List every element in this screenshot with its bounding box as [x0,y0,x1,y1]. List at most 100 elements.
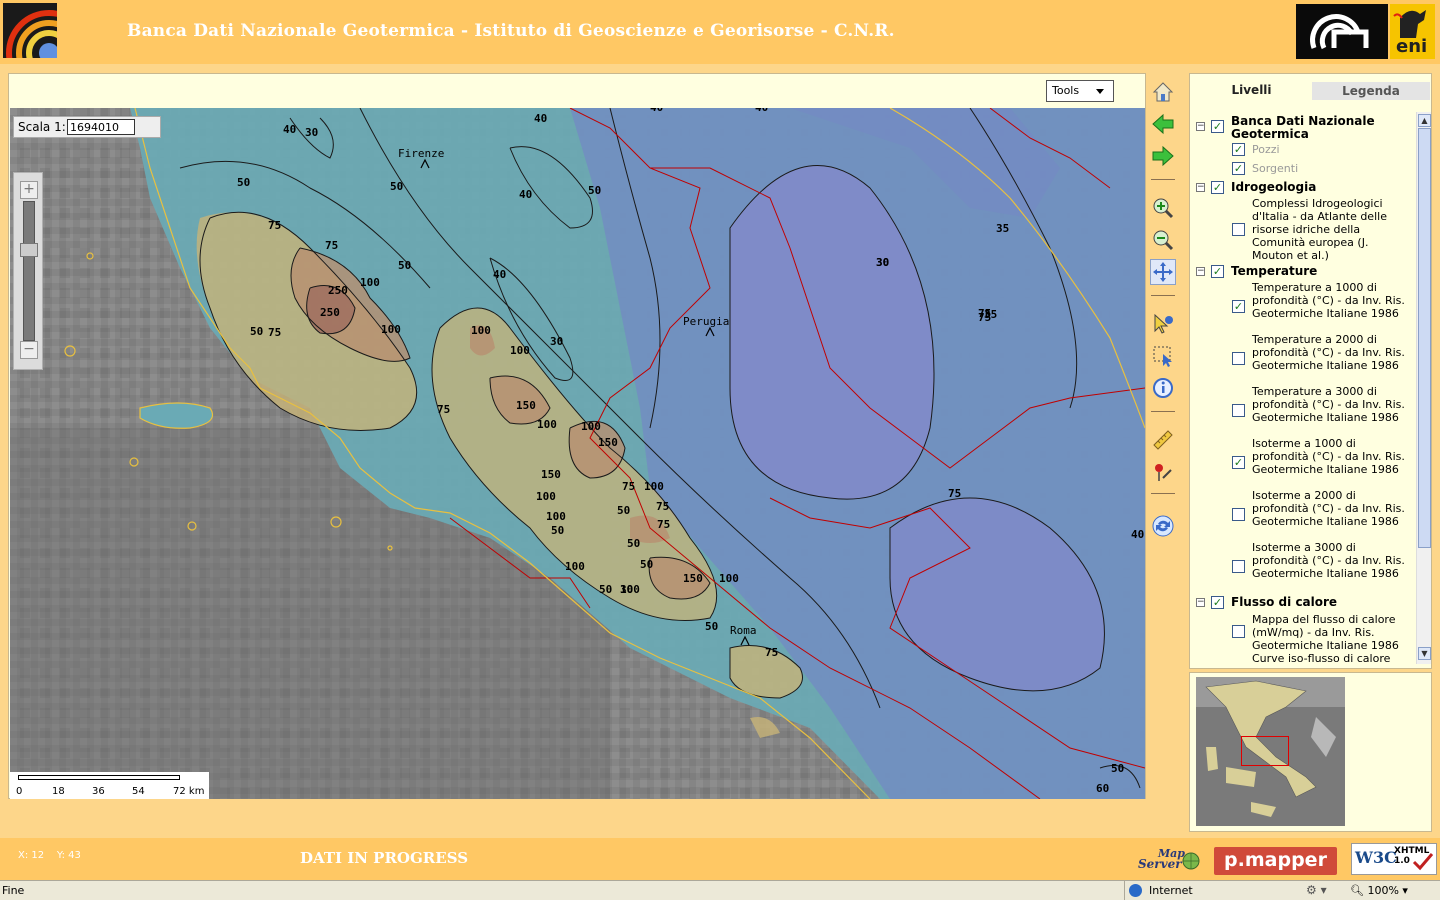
contour-label: 50 [1111,762,1124,775]
zoom-thumb[interactable] [20,243,38,257]
cnr-logo [1296,4,1388,59]
layer-label: Sorgenti [1252,162,1299,175]
contour-label: 250 [328,284,348,297]
coord-y: Y: 43 [56,850,81,861]
contour-label: 50 [237,176,250,189]
contour-label: 75 [657,518,670,531]
group-checkbox[interactable]: ✓ [1211,596,1224,609]
forward-icon[interactable] [1150,143,1176,169]
back-icon[interactable] [1150,111,1176,137]
layer-label: Temperature a 3000 di profondità (°C) - … [1252,385,1405,424]
contour-label: 50 [398,259,411,272]
contour-label: 40 [493,268,506,281]
group-checkbox[interactable]: ✓ [1211,181,1224,194]
contour-label: 40 [519,188,532,201]
pmapper-logo[interactable]: p.mapper [1214,847,1337,875]
zoom-plus-button[interactable]: + [20,181,38,199]
layer-checkbox[interactable] [1232,625,1245,638]
zoom-out-icon[interactable] [1150,227,1176,253]
globe-icon [1129,884,1142,897]
group-label: Idrogeologia [1231,180,1317,194]
contour-label: 50 [390,180,403,193]
w3c-xhtml-badge[interactable]: W3C XHTML 1.0 [1351,843,1437,875]
scalebar-tick: 18 [52,786,65,797]
select-icon[interactable] [1150,343,1176,369]
layer-label: Isoterme a 3000 di profondità (°C) - da … [1252,541,1405,580]
layer-checkbox[interactable]: ✓ [1232,143,1245,156]
contour-label: 30 [550,335,563,348]
zoom-minus-button[interactable]: − [20,341,38,359]
zoom-level-value: 100% [1367,884,1399,897]
overview-map[interactable] [1196,677,1345,826]
layer-checkbox[interactable] [1232,560,1245,573]
group-checkbox[interactable]: ✓ [1211,120,1224,133]
tab-legenda[interactable]: Legenda [1312,82,1430,100]
scroll-up-icon[interactable]: ▲ [1418,114,1431,127]
coord-x: X: 12 [18,850,45,861]
zoom-slider[interactable]: + − [13,172,43,370]
contour-label: 150 [598,436,618,449]
layer-checkbox[interactable]: ✓ [1232,162,1245,175]
site-title: Banca Dati Nazionale Geotermica - Istitu… [127,21,895,41]
city-label-roma: Roma [730,624,757,637]
layer-checkbox[interactable] [1232,352,1245,365]
globe-icon [1182,852,1200,870]
mapserver-logo[interactable]: Map Server [1136,848,1202,874]
scroll-thumb[interactable] [1418,128,1431,548]
popup-blocker-icon[interactable]: ⚙ ▾ [1306,883,1327,897]
scalebar-tick: 0 [16,786,23,797]
coordinates-readout: X: 12 Y: 43 [18,850,81,861]
scroll-down-icon[interactable]: ▼ [1418,647,1431,660]
zoom-level[interactable]: 🔍︎ 100% ▾ [1350,884,1408,897]
layer-tree: − ✓ Banca Dati Nazionale Geotermica ✓ Po… [1193,112,1415,664]
contour-label: 75 [437,403,450,416]
tools-dropdown[interactable]: Tools [1046,80,1114,102]
home-icon[interactable] [1150,79,1176,105]
refresh-icon[interactable] [1150,513,1176,539]
scalebar-tick: 36 [92,786,105,797]
layer-checkbox[interactable]: ✓ [1232,456,1245,469]
zoom-track[interactable] [23,201,35,341]
contour-label: 100 [537,418,557,431]
collapse-toggle[interactable]: − [1196,267,1205,276]
contour-label: 40 [755,108,768,114]
contour-label: 40 [283,123,296,136]
group-checkbox[interactable]: ✓ [1211,265,1224,278]
map-view[interactable]: 4030404040505050405075752502501005075100… [10,108,1145,799]
identify-icon[interactable] [1150,311,1176,337]
collapse-toggle[interactable]: − [1196,122,1205,131]
info-icon[interactable] [1150,375,1176,401]
contour-label: 40 [1131,528,1144,541]
overview-extent-box[interactable] [1241,736,1289,766]
igg-logo [3,3,57,58]
measure-icon[interactable] [1150,427,1176,453]
collapse-toggle[interactable]: − [1196,598,1205,607]
layer-checkbox[interactable] [1232,508,1245,521]
contour-label: 100 [565,560,585,573]
tab-livelli[interactable]: Livelli [1193,80,1310,102]
contour-label: 150 [541,468,561,481]
layer-checkbox[interactable] [1232,223,1245,236]
scalebar-tick: 72 km [173,786,205,797]
contour-label: 75 [268,326,281,339]
poi-icon[interactable] [1150,459,1176,485]
collapse-toggle[interactable]: − [1196,183,1205,192]
layer-label: Temperature a 2000 di profondità (°C) - … [1252,333,1405,372]
scalebar-line [18,775,180,780]
zoom-in-icon[interactable] [1150,195,1176,221]
toolbar-separator [1151,179,1175,180]
layer-label: Pozzi [1252,143,1280,156]
contour-label: 40 [650,108,663,114]
contour-label: 75 [622,480,635,493]
layer-checkbox[interactable]: ✓ [1232,300,1245,313]
layer-tree-scrollbar[interactable]: ▲ ▼ [1416,112,1431,664]
layer-checkbox[interactable] [1232,404,1245,417]
browser-statusbar: Fine Internet ⚙ ▾ 🔍︎ 100% ▾ [0,880,1440,900]
contour-label: 35 [984,308,997,321]
map-toolbar [1148,75,1178,555]
scale-input[interactable]: 1694010 [67,119,135,135]
contour-label: 50 [705,620,718,633]
scale-label: Scala 1: [18,120,66,134]
contour-label: 100 [719,572,739,585]
pan-icon[interactable] [1150,259,1176,285]
